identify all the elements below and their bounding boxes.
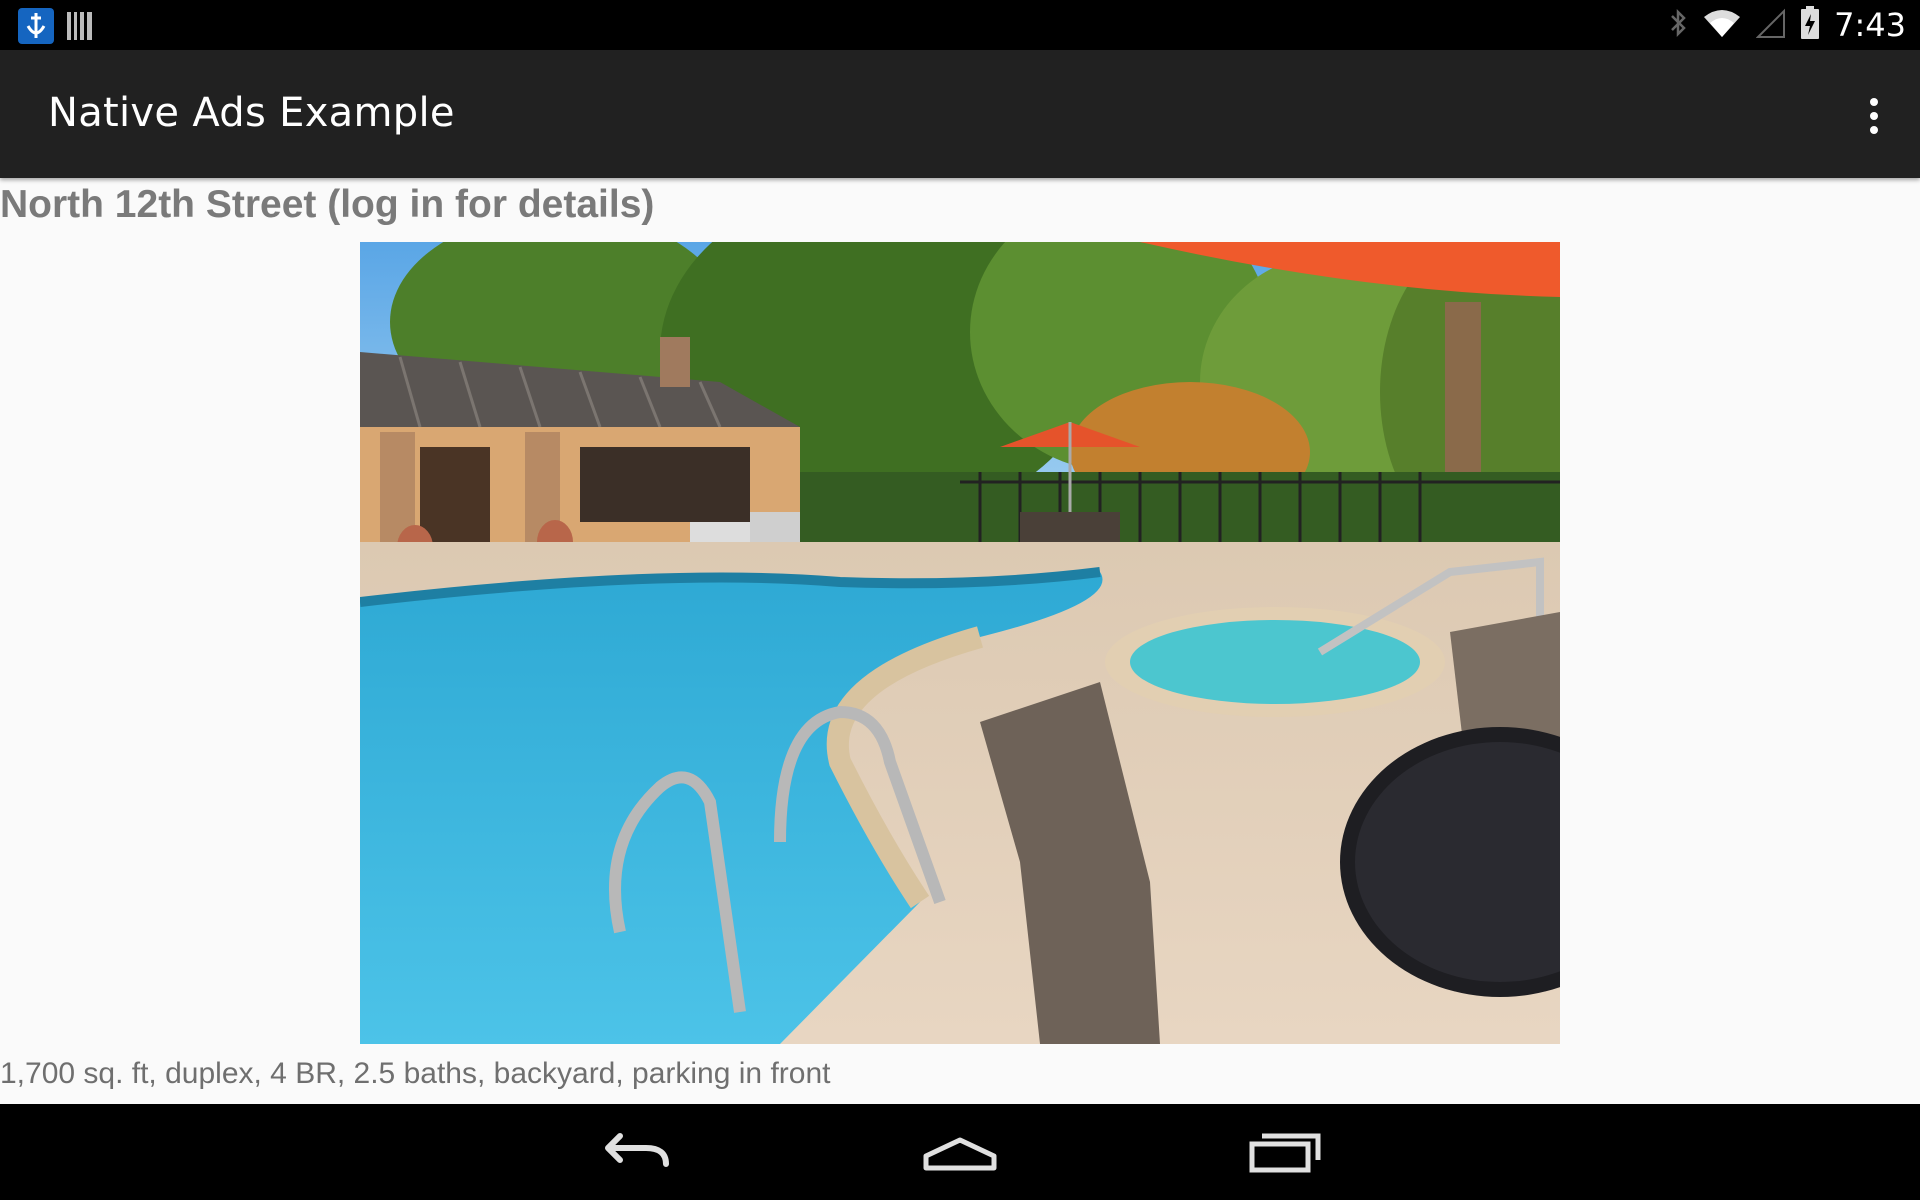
navigation-bar <box>0 1104 1920 1200</box>
listing-photo[interactable] <box>360 242 1560 1044</box>
home-button[interactable] <box>910 1122 1010 1182</box>
back-icon <box>605 1133 669 1167</box>
back-button[interactable] <box>586 1122 686 1182</box>
home-icon <box>923 1137 997 1171</box>
recent-apps-icon <box>1249 1133 1321 1173</box>
more-vert-icon-dot <box>1870 112 1878 120</box>
bluetooth-icon <box>1668 7 1688 44</box>
battery-charging-icon <box>1800 5 1820 45</box>
barcode-notification-icon <box>66 10 94 47</box>
wifi-icon <box>1702 7 1742 44</box>
notification-icons <box>18 8 94 49</box>
app-notification-icon <box>18 8 54 49</box>
more-vert-icon-dot <box>1870 98 1878 106</box>
overflow-menu-button[interactable] <box>1848 84 1900 144</box>
recent-apps-button[interactable] <box>1234 1122 1334 1182</box>
system-status-icons: 7:43 <box>1668 4 1906 46</box>
app-title: Native Ads Example <box>48 90 455 136</box>
listing-description: 1,700 sq. ft, duplex, 4 BR, 2.5 baths, b… <box>0 1057 831 1090</box>
more-vert-icon-dot <box>1870 126 1878 134</box>
cell-signal-icon <box>1755 7 1786 44</box>
status-bar: 7:43 <box>0 0 1920 50</box>
listing-title: North 12th Street (log in for details) <box>0 183 655 226</box>
status-clock: 7:43 <box>1834 6 1906 44</box>
pool-scene-image <box>360 242 1560 1044</box>
action-bar: Native Ads Example <box>0 50 1920 178</box>
